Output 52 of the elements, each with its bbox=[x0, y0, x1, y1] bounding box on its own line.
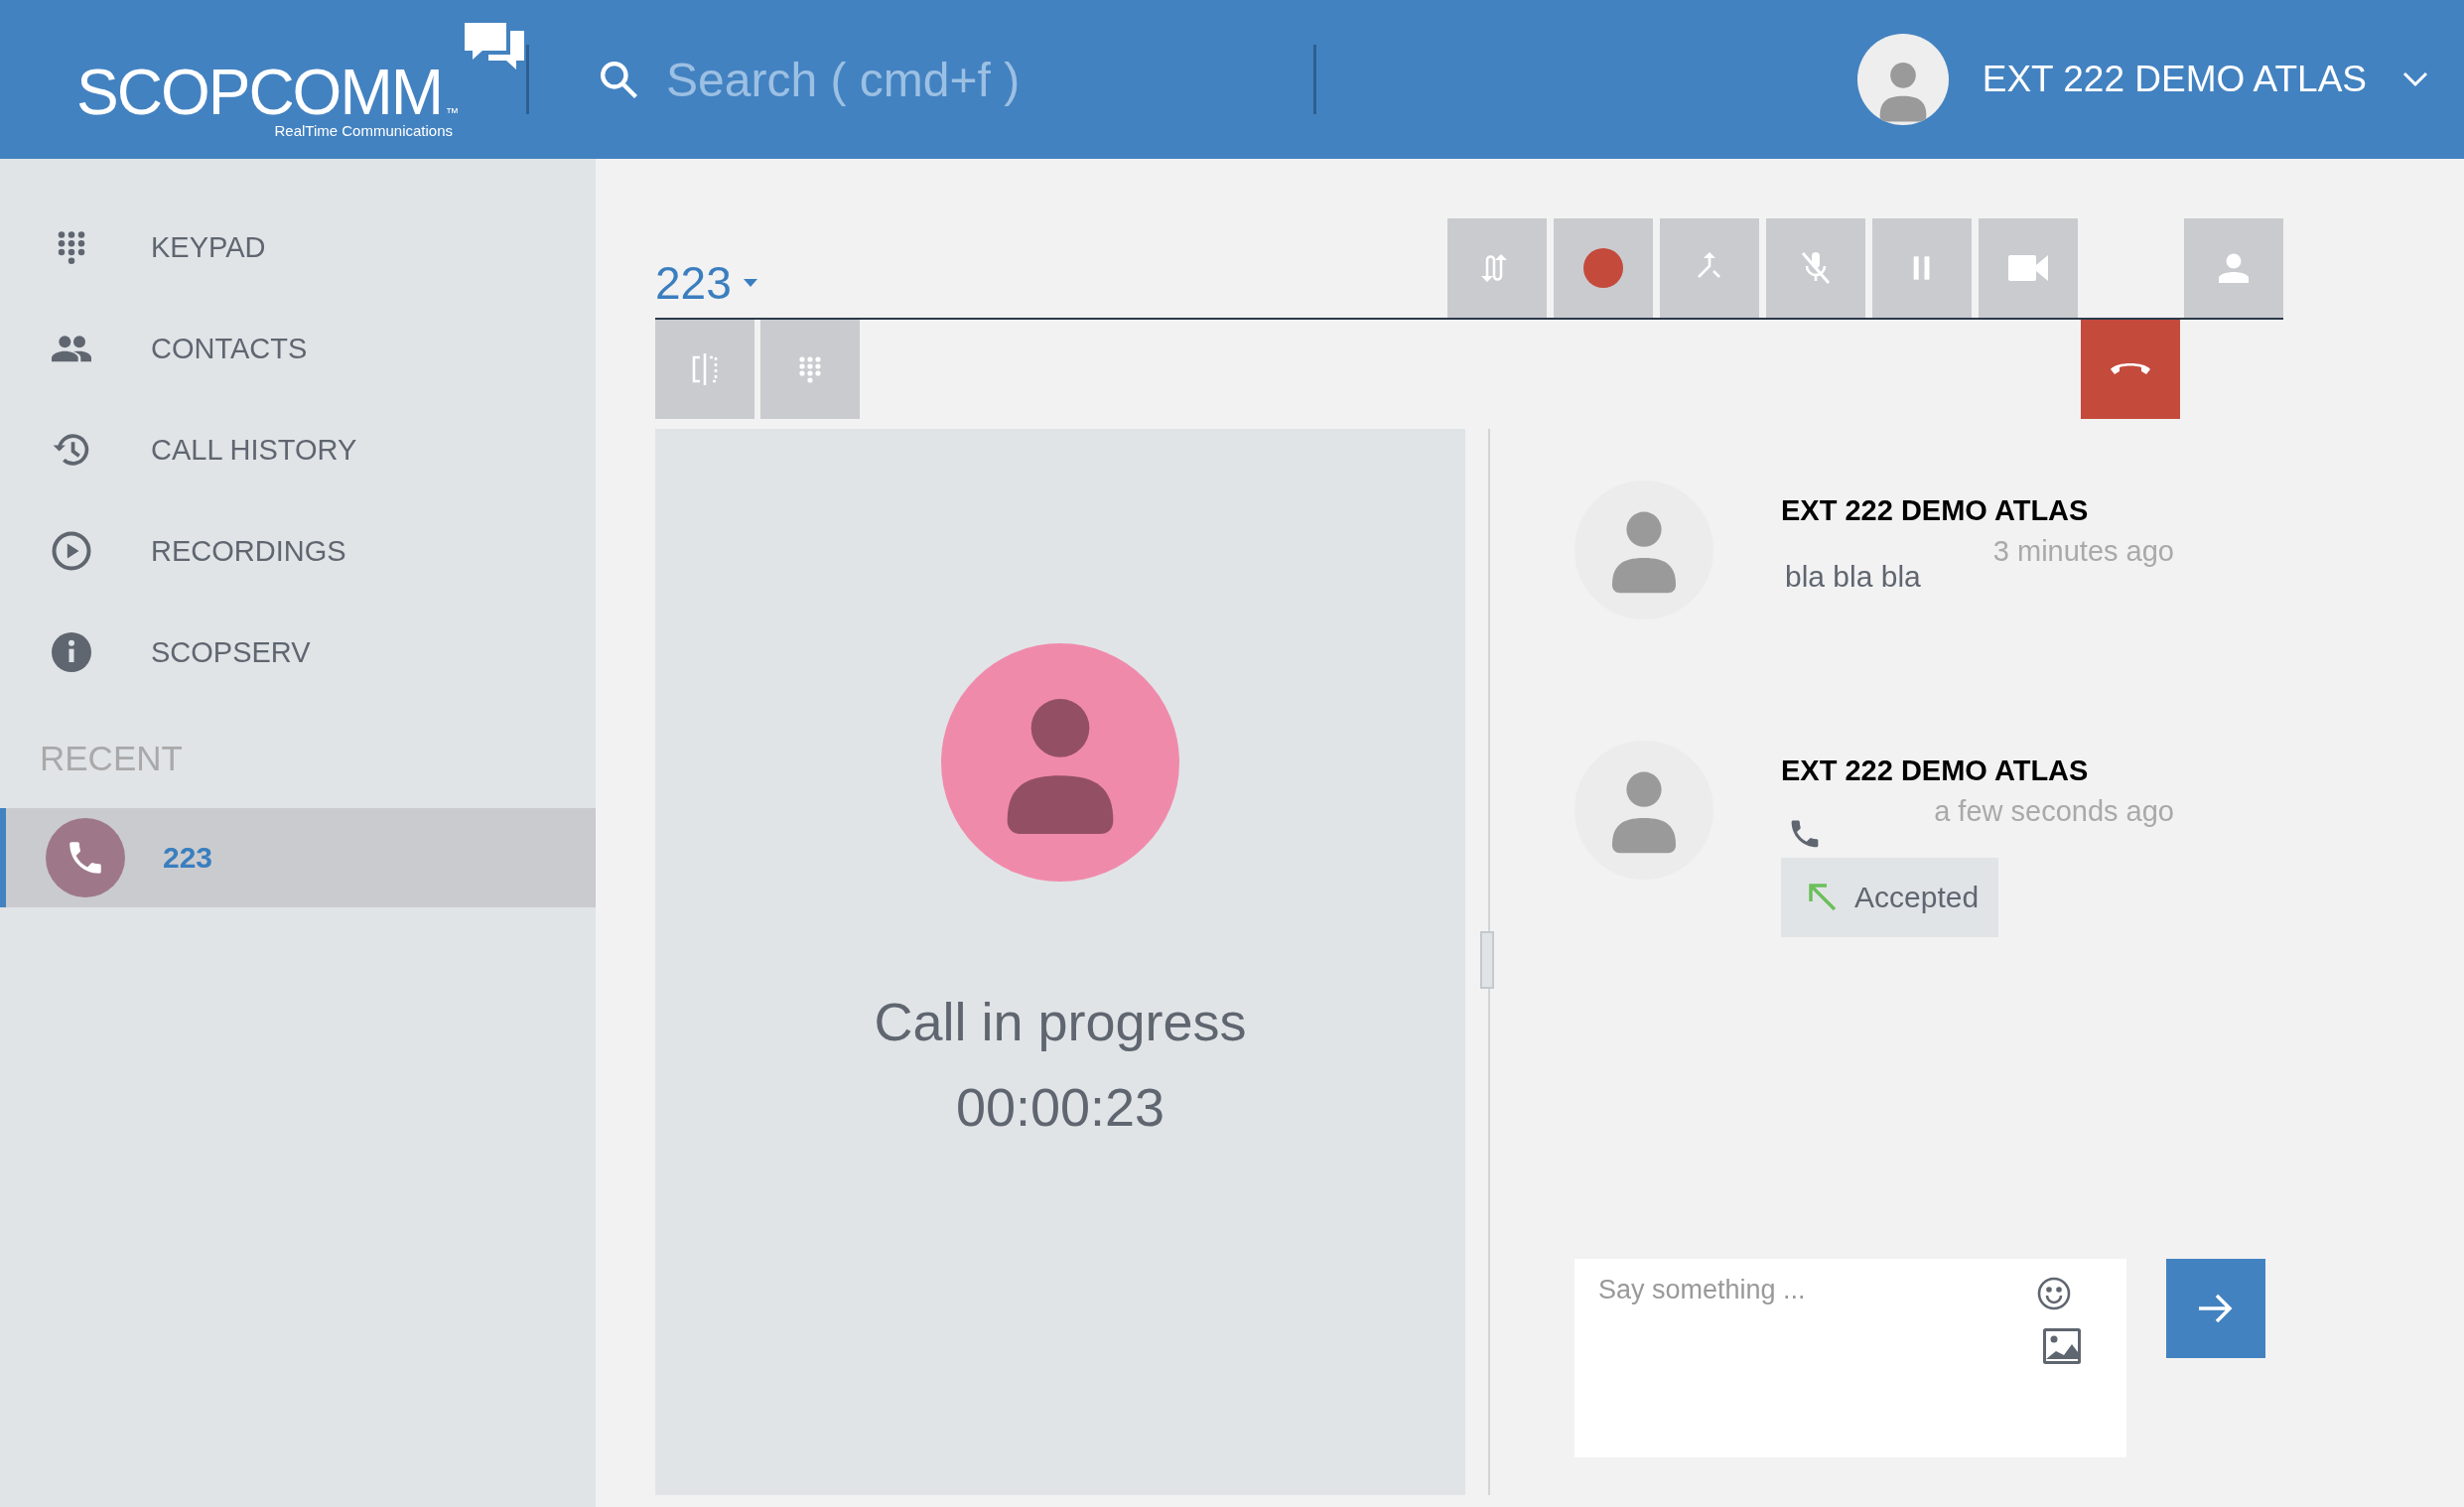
video-camera-icon bbox=[2008, 255, 2048, 281]
arrow-right-icon bbox=[2199, 1294, 2233, 1323]
sidebar-item[interactable]: KEYPAD bbox=[0, 197, 596, 298]
sidebar-item[interactable]: RECORDINGS bbox=[0, 500, 596, 602]
person-icon bbox=[2218, 253, 2250, 283]
pause-icon bbox=[1912, 254, 1932, 282]
hold-button[interactable] bbox=[1872, 218, 1972, 318]
transfer-button[interactable] bbox=[1447, 218, 1547, 318]
contacts-icon bbox=[52, 334, 91, 363]
record-icon bbox=[1583, 248, 1623, 288]
split-view-button[interactable] bbox=[655, 320, 754, 419]
caret-icon bbox=[743, 279, 757, 287]
call-status: Call in progress bbox=[874, 991, 1247, 1052]
message-time: 3 minutes ago bbox=[1992, 535, 2174, 568]
hang-up-button[interactable] bbox=[2081, 320, 2180, 419]
sidebar-item[interactable]: CALL HISTORY bbox=[0, 399, 596, 500]
section-heading: RECENT bbox=[40, 739, 183, 778]
keypad-icon bbox=[798, 354, 822, 384]
sender-name: EXT 222 DEMO ATLAS bbox=[1781, 754, 2089, 787]
logo-tagline: RealTime Communications bbox=[274, 121, 453, 139]
message-input-field[interactable]: Say something ... bbox=[1574, 1259, 2126, 1457]
image-icon[interactable] bbox=[2043, 1328, 2081, 1364]
play-icon bbox=[52, 531, 91, 571]
smiley-icon[interactable] bbox=[2037, 1277, 2071, 1310]
message-text: bla bla bla bbox=[1785, 560, 1921, 594]
call-status-text: Accepted bbox=[1854, 880, 1980, 914]
arrow-up-left-icon bbox=[1807, 881, 1839, 913]
sidebar-item[interactable]: CONTACTS bbox=[0, 298, 596, 399]
trademark-sign: ™ bbox=[446, 104, 459, 120]
search-icon bbox=[599, 60, 638, 99]
call-timer: 00:00:23 bbox=[955, 1076, 1165, 1138]
search-field[interactable]: Search ( cmd+f ) bbox=[666, 52, 1103, 107]
user-name[interactable]: EXT 222 DEMO ATLAS bbox=[1982, 59, 2367, 100]
mute-button[interactable] bbox=[1766, 218, 1865, 318]
chevron-down-icon[interactable] bbox=[2402, 71, 2428, 87]
sender-name: EXT 222 DEMO ATLAS bbox=[1781, 494, 2089, 527]
video-button[interactable] bbox=[1979, 218, 2078, 318]
keypad-icon bbox=[57, 229, 86, 265]
recent-call-item[interactable]: 223 bbox=[0, 808, 596, 907]
keypad-button[interactable] bbox=[760, 320, 860, 419]
split-view-icon bbox=[690, 353, 720, 385]
info-icon bbox=[52, 632, 91, 672]
record-button[interactable] bbox=[1554, 218, 1653, 318]
send-button[interactable] bbox=[2166, 1259, 2265, 1358]
message-time: a few seconds ago bbox=[1934, 795, 2174, 828]
microphone-off-icon bbox=[1800, 250, 1832, 286]
merge-button[interactable] bbox=[1660, 218, 1759, 318]
call-title[interactable]: 223 bbox=[655, 256, 757, 310]
contact-button[interactable] bbox=[2184, 218, 2283, 318]
sidebar-item[interactable]: SCOPSERV bbox=[0, 602, 596, 703]
brand-logo-text: SCOPCOMM bbox=[76, 60, 442, 124]
resize-handle[interactable] bbox=[1480, 931, 1494, 989]
